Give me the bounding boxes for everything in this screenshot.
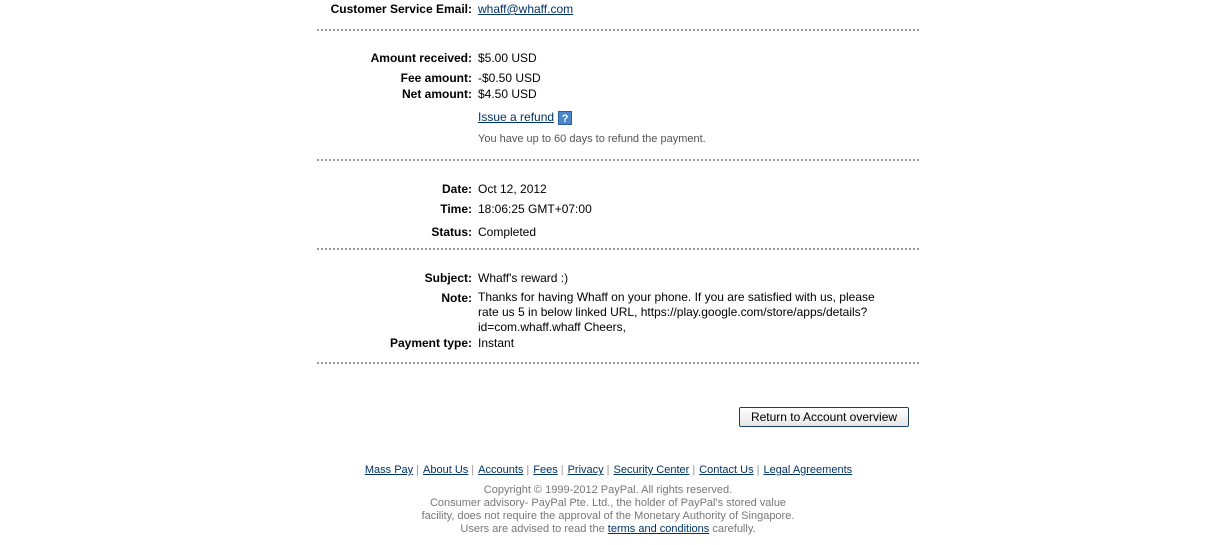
status-value: Completed — [478, 225, 537, 239]
status-label: Status: — [431, 225, 472, 239]
footer-separator: | — [606, 464, 610, 476]
payment-type-label: Payment type: — [389, 336, 472, 350]
note-label: Note: — [441, 291, 472, 305]
copyright-line: Copyright © 1999-2012 PayPal. All rights… — [483, 484, 733, 496]
footer-separator: | — [756, 464, 760, 476]
subject-value: Whaff's reward :) — [478, 271, 569, 285]
advisory-line-2: facility, does not require the approval … — [421, 510, 795, 522]
footer-link-about-us[interactable]: About Us — [422, 464, 468, 476]
terms-and-conditions-link[interactable]: terms and conditions — [608, 523, 710, 535]
footer-link-accounts[interactable]: Accounts — [477, 464, 523, 476]
amount-received-label: Amount received: — [370, 51, 472, 65]
divider — [317, 248, 919, 250]
amount-received-row: Amount received: $5.00 USD — [317, 50, 919, 66]
note-row: Note: Thanks for having Whaff on your ph… — [317, 290, 919, 336]
net-amount-value: $4.50 USD — [478, 87, 537, 101]
date-row: Date: Oct 12, 2012 — [317, 181, 919, 197]
divider — [317, 362, 919, 364]
help-icon[interactable]: ? — [558, 110, 573, 125]
copyright-block: Copyright © 1999-2012 PayPal. All rights… — [0, 484, 1216, 536]
transaction-details-page: Customer Service Email: whaff@whaff.com … — [0, 0, 1216, 545]
divider — [317, 29, 919, 31]
refund-hint-text: You have up to 60 days to refund the pay… — [478, 133, 706, 145]
status-row: Status: Completed — [317, 224, 919, 240]
refund-row: Issue a refund? — [317, 109, 919, 125]
subject-label: Subject: — [424, 271, 472, 285]
time-label: Time: — [440, 202, 472, 216]
fee-amount-label: Fee amount: — [400, 71, 472, 85]
advisory-line-1: Consumer advisory- PayPal Pte. Ltd., the… — [429, 497, 787, 509]
divider — [317, 159, 919, 161]
subject-row: Subject: Whaff's reward :) — [317, 270, 919, 286]
date-value: Oct 12, 2012 — [478, 182, 547, 196]
footer-link-contact-us[interactable]: Contact Us — [698, 464, 753, 476]
time-value: 18:06:25 GMT+07:00 — [478, 202, 592, 216]
net-amount-label: Net amount: — [402, 87, 472, 101]
fee-amount-row: Fee amount: -$0.50 USD — [317, 70, 919, 86]
footer-separator: | — [526, 464, 530, 476]
net-amount-row: Net amount: $4.50 USD — [317, 86, 919, 102]
footer-separator: | — [560, 464, 564, 476]
advisory-line-3: Users are advised to read the terms and … — [0, 523, 1216, 536]
refund-group: Issue a refund? — [478, 109, 573, 125]
footer-separator: | — [416, 464, 420, 476]
fee-amount-value: -$0.50 USD — [478, 71, 541, 85]
footer-link-security-center[interactable]: Security Center — [613, 464, 690, 476]
footer-links: Mass Pay | About Us | Accounts | Fees | Privacy |… — [0, 463, 1216, 477]
advisory-line-3-pre: Users are advised to read the — [460, 523, 605, 535]
footer-link-privacy[interactable]: Privacy — [567, 464, 604, 476]
return-to-account-overview-button[interactable]: Return to Account overview — [739, 407, 909, 427]
footer-link-mass-pay[interactable]: Mass Pay — [364, 464, 413, 476]
footer-link-legal-agreements[interactable]: Legal Agreements — [762, 464, 852, 476]
footer-separator: | — [471, 464, 475, 476]
cs-email-row: Customer Service Email: whaff@whaff.com — [317, 1, 919, 17]
time-row: Time: 18:06:25 GMT+07:00 — [317, 201, 919, 217]
cs-email-link[interactable]: whaff@whaff.com — [478, 1, 573, 17]
payment-type-value: Instant — [478, 336, 515, 350]
advisory-line-3-post: carefully. — [712, 523, 756, 535]
footer-link-fees[interactable]: Fees — [532, 464, 557, 476]
payment-type-row: Payment type: Instant — [317, 335, 919, 351]
refund-hint-row: You have up to 60 days to refund the pay… — [317, 131, 919, 147]
footer-separator: | — [692, 464, 696, 476]
note-value: Thanks for having Whaff on your phone. I… — [478, 290, 875, 334]
amount-received-value: $5.00 USD — [478, 51, 537, 65]
date-label: Date: — [441, 182, 472, 196]
cs-email-label: Customer Service Email: — [330, 2, 472, 16]
issue-refund-link[interactable]: Issue a refund — [478, 110, 554, 124]
